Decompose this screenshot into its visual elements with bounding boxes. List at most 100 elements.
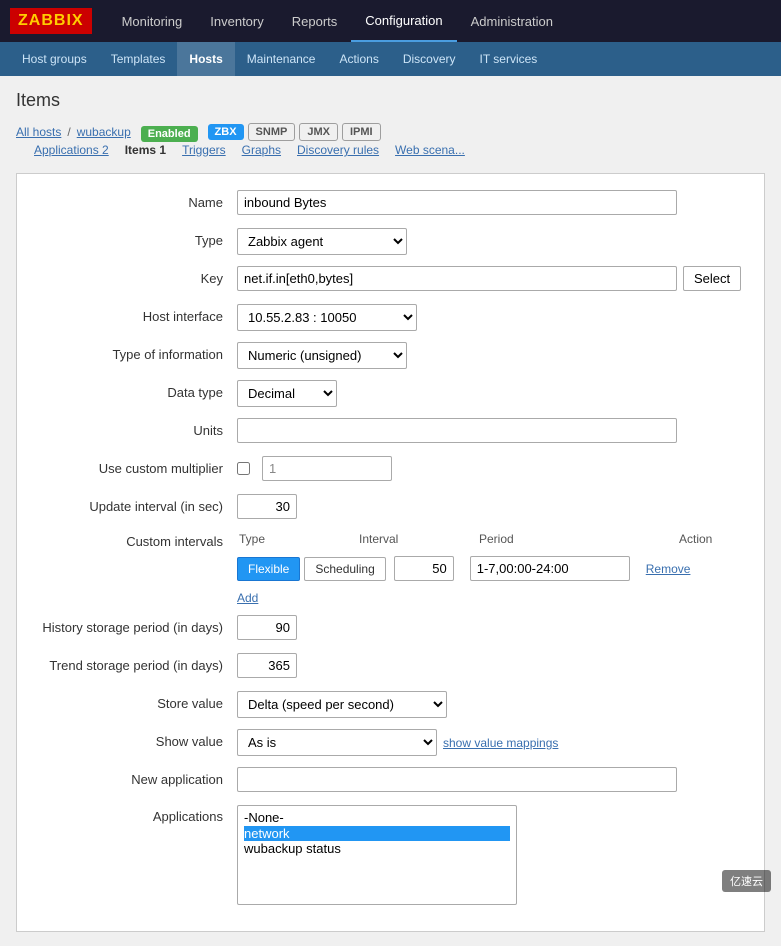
nav-reports[interactable]: Reports [278, 0, 352, 42]
label-name: Name [37, 190, 237, 210]
subnav-actions[interactable]: Actions [327, 42, 390, 76]
badge-ipmi[interactable]: IPMI [342, 123, 381, 141]
applications-listbox[interactable]: -None- network wubackup status [237, 805, 517, 905]
subnav-discovery[interactable]: Discovery [391, 42, 468, 76]
label-new-application: New application [37, 767, 237, 787]
host-tabs: Applications 2 Items 1 Triggers Graphs D… [26, 143, 473, 157]
subnav-host-groups[interactable]: Host groups [10, 42, 99, 76]
logo: ZABBIX [10, 8, 92, 34]
type-select[interactable]: Zabbix agent Zabbix agent (active) Simpl… [237, 228, 407, 255]
name-input[interactable] [237, 190, 677, 215]
badge-zbx[interactable]: ZBX [208, 124, 244, 140]
col-header-action: Action [679, 532, 759, 546]
form-row-key: Key Select [37, 266, 744, 294]
history-input[interactable] [237, 615, 297, 640]
form-row-host-interface: Host interface 10.55.2.83 : 10050 [37, 304, 744, 332]
label-update-interval: Update interval (in sec) [37, 494, 237, 514]
control-store-value: As is Delta (speed per second) Delta (si… [237, 691, 744, 718]
sub-navigation: Host groups Templates Hosts Maintenance … [0, 42, 781, 76]
form-row-type-of-info: Type of information Numeric (unsigned) N… [37, 342, 744, 370]
tab-discovery-rules[interactable]: Discovery rules [289, 143, 387, 157]
form-row-units: Units [37, 418, 744, 446]
control-host-interface: 10.55.2.83 : 10050 [237, 304, 744, 331]
tab-web-scenarios[interactable]: Web scena... [387, 143, 473, 157]
nav-administration[interactable]: Administration [457, 0, 567, 42]
tab-items[interactable]: Items 1 [117, 143, 174, 157]
control-update-interval [237, 494, 744, 519]
subnav-templates[interactable]: Templates [99, 42, 178, 76]
tab-applications[interactable]: Applications 2 [26, 143, 117, 157]
interval-add-link[interactable]: Add [237, 591, 258, 605]
control-custom-multiplier [237, 456, 744, 481]
custom-multiplier-checkbox[interactable] [237, 462, 250, 475]
breadcrumb-host[interactable]: wubackup [77, 125, 131, 139]
host-interface-select[interactable]: 10.55.2.83 : 10050 [237, 304, 417, 331]
store-value-select[interactable]: As is Delta (speed per second) Delta (si… [237, 691, 447, 718]
form-row-update-interval: Update interval (in sec) [37, 494, 744, 522]
control-key: Select [237, 266, 744, 291]
subnav-it-services[interactable]: IT services [468, 42, 550, 76]
units-input[interactable] [237, 418, 677, 443]
label-trend: Trend storage period (in days) [37, 653, 237, 673]
label-type: Type [37, 228, 237, 248]
control-custom-intervals: Type Interval Period Action Flexible Sch… [237, 532, 759, 605]
app-option-network[interactable]: network [244, 826, 510, 842]
control-history [237, 615, 744, 640]
control-units [237, 418, 744, 443]
control-type: Zabbix agent Zabbix agent (active) Simpl… [237, 228, 744, 255]
control-applications: -None- network wubackup status [237, 805, 744, 905]
new-application-input[interactable] [237, 767, 677, 792]
control-show-value: As is show value mappings [237, 729, 744, 756]
form-row-custom-intervals: Custom intervals Type Interval Period Ac… [37, 532, 744, 605]
badge-jmx[interactable]: JMX [299, 123, 338, 141]
col-header-period: Period [479, 532, 679, 546]
nav-monitoring[interactable]: Monitoring [108, 0, 197, 42]
show-value-select[interactable]: As is [237, 729, 437, 756]
tab-graphs[interactable]: Graphs [234, 143, 289, 157]
col-header-interval: Interval [359, 532, 479, 546]
breadcrumb-all-hosts[interactable]: All hosts [16, 125, 61, 139]
show-value-mappings-link[interactable]: show value mappings [443, 736, 558, 750]
form-row-type: Type Zabbix agent Zabbix agent (active) … [37, 228, 744, 256]
key-input[interactable] [237, 266, 677, 291]
badge-enabled[interactable]: Enabled [141, 126, 198, 142]
control-data-type: Decimal Octal Hexadecimal Boolean [237, 380, 744, 407]
label-custom-intervals: Custom intervals [37, 532, 237, 549]
intervals-header: Type Interval Period Action [237, 532, 759, 546]
subnav-hosts[interactable]: Hosts [177, 42, 234, 76]
breadcrumb: All hosts / wubackup Enabled ZBX SNMP JM… [16, 123, 765, 157]
trend-input[interactable] [237, 653, 297, 678]
app-option-none[interactable]: -None- [244, 810, 510, 826]
form-row-name: Name [37, 190, 744, 218]
form-row-applications: Applications -None- network wubackup sta… [37, 805, 744, 905]
tab-triggers[interactable]: Triggers [174, 143, 234, 157]
subnav-maintenance[interactable]: Maintenance [235, 42, 328, 76]
item-form: Name Type Zabbix agent Zabbix agent (act… [16, 173, 765, 932]
protocol-badges: ZBX SNMP JMX IPMI [208, 123, 381, 141]
interval-remove-link[interactable]: Remove [646, 562, 691, 576]
watermark: 亿速云 [722, 870, 771, 892]
data-type-select[interactable]: Decimal Octal Hexadecimal Boolean [237, 380, 337, 407]
update-interval-input[interactable] [237, 494, 297, 519]
label-history: History storage period (in days) [37, 615, 237, 635]
control-new-application [237, 767, 744, 792]
nav-configuration[interactable]: Configuration [351, 0, 456, 42]
key-select-button[interactable]: Select [683, 266, 741, 291]
app-option-wubackup[interactable]: wubackup status [244, 841, 510, 857]
interval-period-input[interactable] [470, 556, 630, 581]
multiplier-value-input[interactable] [262, 456, 392, 481]
badge-snmp[interactable]: SNMP [248, 123, 296, 141]
interval-number-input[interactable] [394, 556, 454, 581]
type-of-info-select[interactable]: Numeric (unsigned) Numeric (float) Chara… [237, 342, 407, 369]
control-name [237, 190, 744, 215]
control-trend [237, 653, 744, 678]
nav-inventory[interactable]: Inventory [196, 0, 277, 42]
label-host-interface: Host interface [37, 304, 237, 324]
form-row-store-value: Store value As is Delta (speed per secon… [37, 691, 744, 719]
btn-scheduling[interactable]: Scheduling [304, 557, 385, 581]
label-key: Key [37, 266, 237, 286]
interval-row-1: Flexible Scheduling Remove [237, 556, 690, 581]
form-row-show-value: Show value As is show value mappings [37, 729, 744, 757]
btn-flexible[interactable]: Flexible [237, 557, 300, 581]
top-navigation: ZABBIX Monitoring Inventory Reports Conf… [0, 0, 781, 42]
